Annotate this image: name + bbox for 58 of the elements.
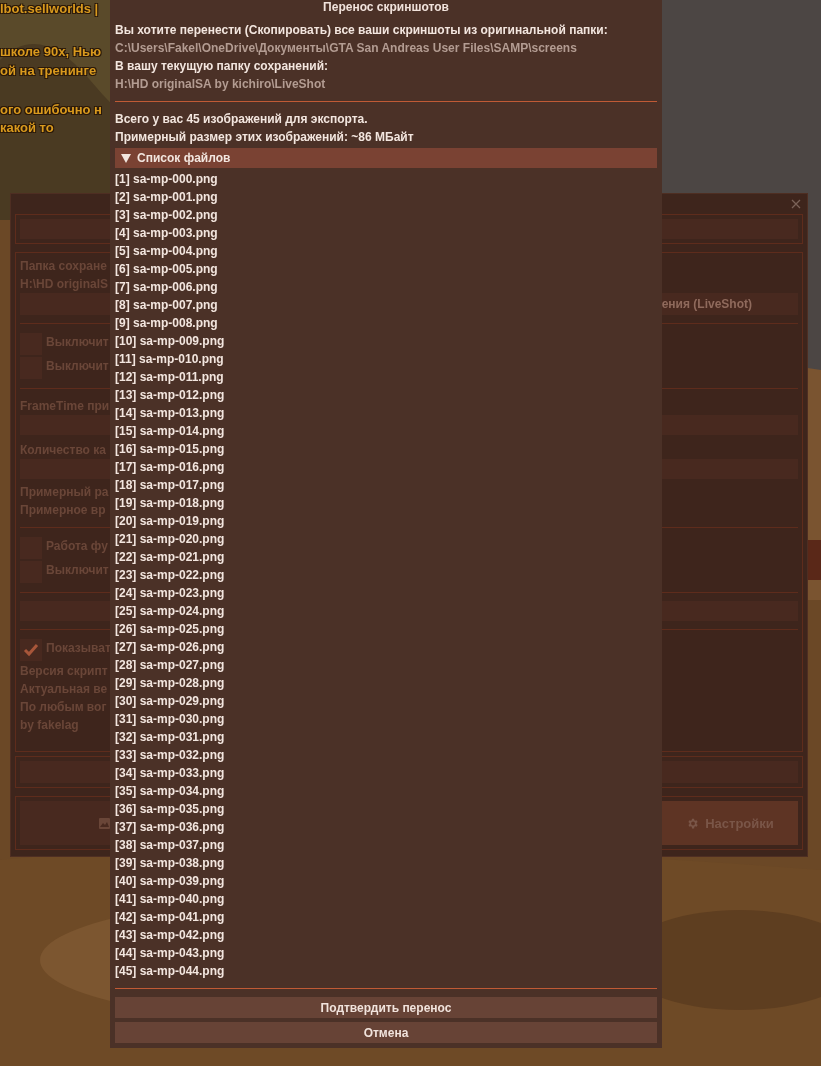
cancel-button[interactable]: Отмена <box>115 1022 657 1043</box>
file-name: [2] sa-mp-001.png <box>115 189 218 206</box>
file-name: [12] sa-mp-011.png <box>115 369 224 386</box>
file-name: [37] sa-mp-036.png <box>115 819 225 836</box>
file-name: [25] sa-mp-024.png <box>115 603 225 620</box>
dialog-title: Перенос скриншотов <box>322 0 450 16</box>
file-name: [38] sa-mp-037.png <box>115 837 225 854</box>
file-name: [43] sa-mp-042.png <box>115 927 225 944</box>
files-header-label: Список файлов <box>137 151 231 165</box>
file-name: [10] sa-mp-009.png <box>115 333 225 350</box>
file-name: [27] sa-mp-026.png <box>115 639 225 656</box>
file-name: [29] sa-mp-028.png <box>115 675 225 692</box>
file-name: [23] sa-mp-022.png <box>115 567 225 584</box>
file-name: [33] sa-mp-032.png <box>115 747 225 764</box>
file-name: [42] sa-mp-041.png <box>115 909 225 926</box>
file-name: [45] sa-mp-044.png <box>115 963 225 980</box>
file-name: [34] sa-mp-033.png <box>115 765 225 782</box>
files-header[interactable]: Список файлов <box>115 148 657 168</box>
chat-message: lbot.sellworlds | <box>0 0 100 18</box>
file-name: [44] sa-mp-043.png <box>115 945 225 962</box>
chat-message: школе 90х, Нью <box>0 43 102 61</box>
file-name: [13] sa-mp-012.png <box>115 387 225 404</box>
file-name: [18] sa-mp-017.png <box>115 477 225 494</box>
file-name: [5] sa-mp-004.png <box>115 243 218 260</box>
file-name: [28] sa-mp-027.png <box>115 657 225 674</box>
chat-message: ой на тренинге <box>0 62 98 80</box>
file-name: [3] sa-mp-002.png <box>115 207 218 224</box>
file-name: [11] sa-mp-010.png <box>115 351 224 368</box>
file-name: [31] sa-mp-030.png <box>115 711 225 728</box>
file-name: [1] sa-mp-000.png <box>115 171 218 188</box>
file-name: [35] sa-mp-034.png <box>115 783 225 800</box>
chat-message: ого ошибочно н <box>0 101 102 119</box>
file-name: [19] sa-mp-018.png <box>115 495 225 512</box>
file-name: [41] sa-mp-040.png <box>115 891 225 908</box>
file-name: [40] sa-mp-039.png <box>115 873 225 890</box>
file-name: [20] sa-mp-019.png <box>115 513 225 530</box>
source-path: C:\Users\Fakel\OneDrive\Документы\GTA San Andreas User Files\SAMP\screens <box>115 40 577 57</box>
file-name: [7] sa-mp-006.png <box>115 279 218 296</box>
intro-text: Вы хотите перенести (Скопировать) все ваши скриншоты из оригинальной папки: <box>115 22 608 39</box>
file-name: [36] sa-mp-035.png <box>115 801 225 818</box>
file-name: [6] sa-mp-005.png <box>115 261 218 278</box>
file-name: [9] sa-mp-008.png <box>115 315 218 332</box>
file-name: [16] sa-mp-015.png <box>115 441 225 458</box>
file-name: [4] sa-mp-003.png <box>115 225 218 242</box>
file-name: [26] sa-mp-025.png <box>115 621 225 638</box>
summary-text: Всего у вас 45 изображений для экспорта. <box>115 111 368 128</box>
file-name: [22] sa-mp-021.png <box>115 549 225 566</box>
chat-message: какой то <box>0 119 55 137</box>
file-name: [21] sa-mp-020.png <box>115 531 225 548</box>
file-name: [8] sa-mp-007.png <box>115 297 218 314</box>
file-name: [30] sa-mp-029.png <box>115 693 225 710</box>
confirm-button[interactable]: Подтвердить перенос <box>115 997 657 1018</box>
target-path: H:\HD originalSA by kichiro\LiveShot <box>115 76 326 93</box>
file-name: [32] sa-mp-031.png <box>115 729 225 746</box>
target-label: В вашу текущую папку сохранений: <box>115 58 328 75</box>
summary-text: Примерный размер этих изображений: ~86 МБайт <box>115 129 414 146</box>
file-name: [39] sa-mp-038.png <box>115 855 225 872</box>
file-name: [24] sa-mp-023.png <box>115 585 225 602</box>
